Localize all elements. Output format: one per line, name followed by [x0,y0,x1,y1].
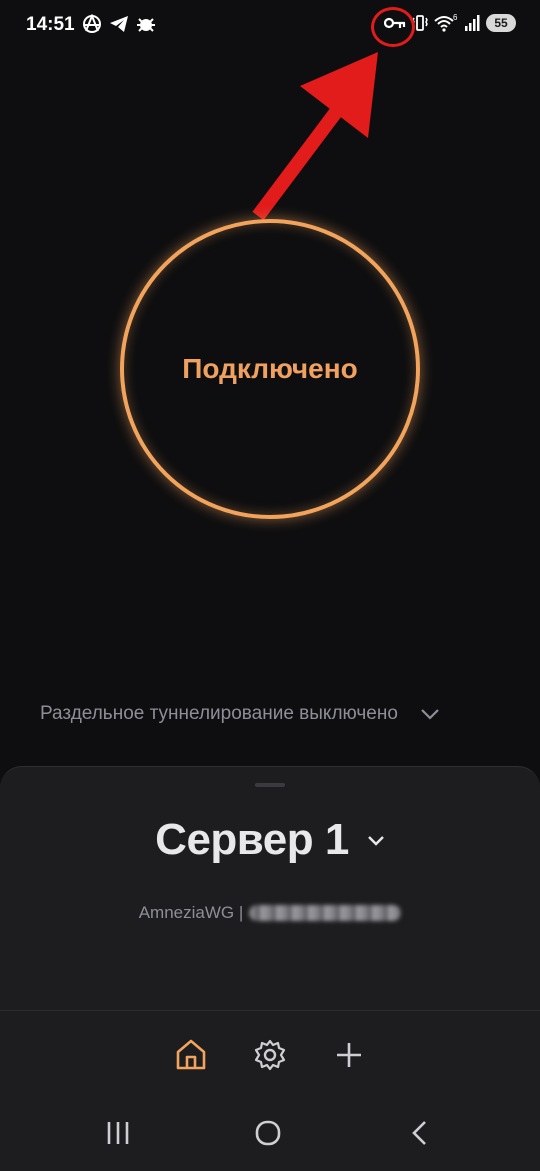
server-name: Сервер 1 [155,815,349,864]
recent-apps-button[interactable] [93,1112,143,1154]
chevron-down-icon [367,835,384,846]
annotation-arrow [252,52,378,221]
sheet-drag-handle[interactable] [255,783,285,787]
back-icon [412,1121,426,1145]
plus-icon [337,1043,361,1067]
system-navigation-bar [0,1100,540,1166]
gear-icon [254,1039,286,1071]
tab-settings[interactable] [250,1035,290,1075]
connect-button[interactable]: Подключено [120,219,420,519]
home-nav-button[interactable] [243,1112,293,1154]
split-tunneling-label: Раздельное туннелирование выключено [40,703,398,724]
connection-area: Подключено [120,219,420,519]
home-icon [176,1039,206,1070]
divider [0,1010,540,1011]
tab-add[interactable] [329,1035,369,1075]
tab-bar [0,1035,540,1075]
recent-apps-icon [107,1122,129,1144]
server-description: AmneziaWG | [0,901,540,925]
redacted-address [249,905,402,921]
protocol-label: AmneziaWG | [138,903,244,922]
home-circle-icon [255,1120,281,1146]
split-tunneling-toggle[interactable]: Раздельное туннелирование выключено [40,698,500,730]
back-nav-button[interactable] [395,1112,445,1154]
server-selector[interactable]: Сервер 1 [0,815,540,865]
chevron-down-icon [421,709,439,720]
connection-status: Подключено [182,353,358,384]
tab-home[interactable] [171,1035,211,1075]
